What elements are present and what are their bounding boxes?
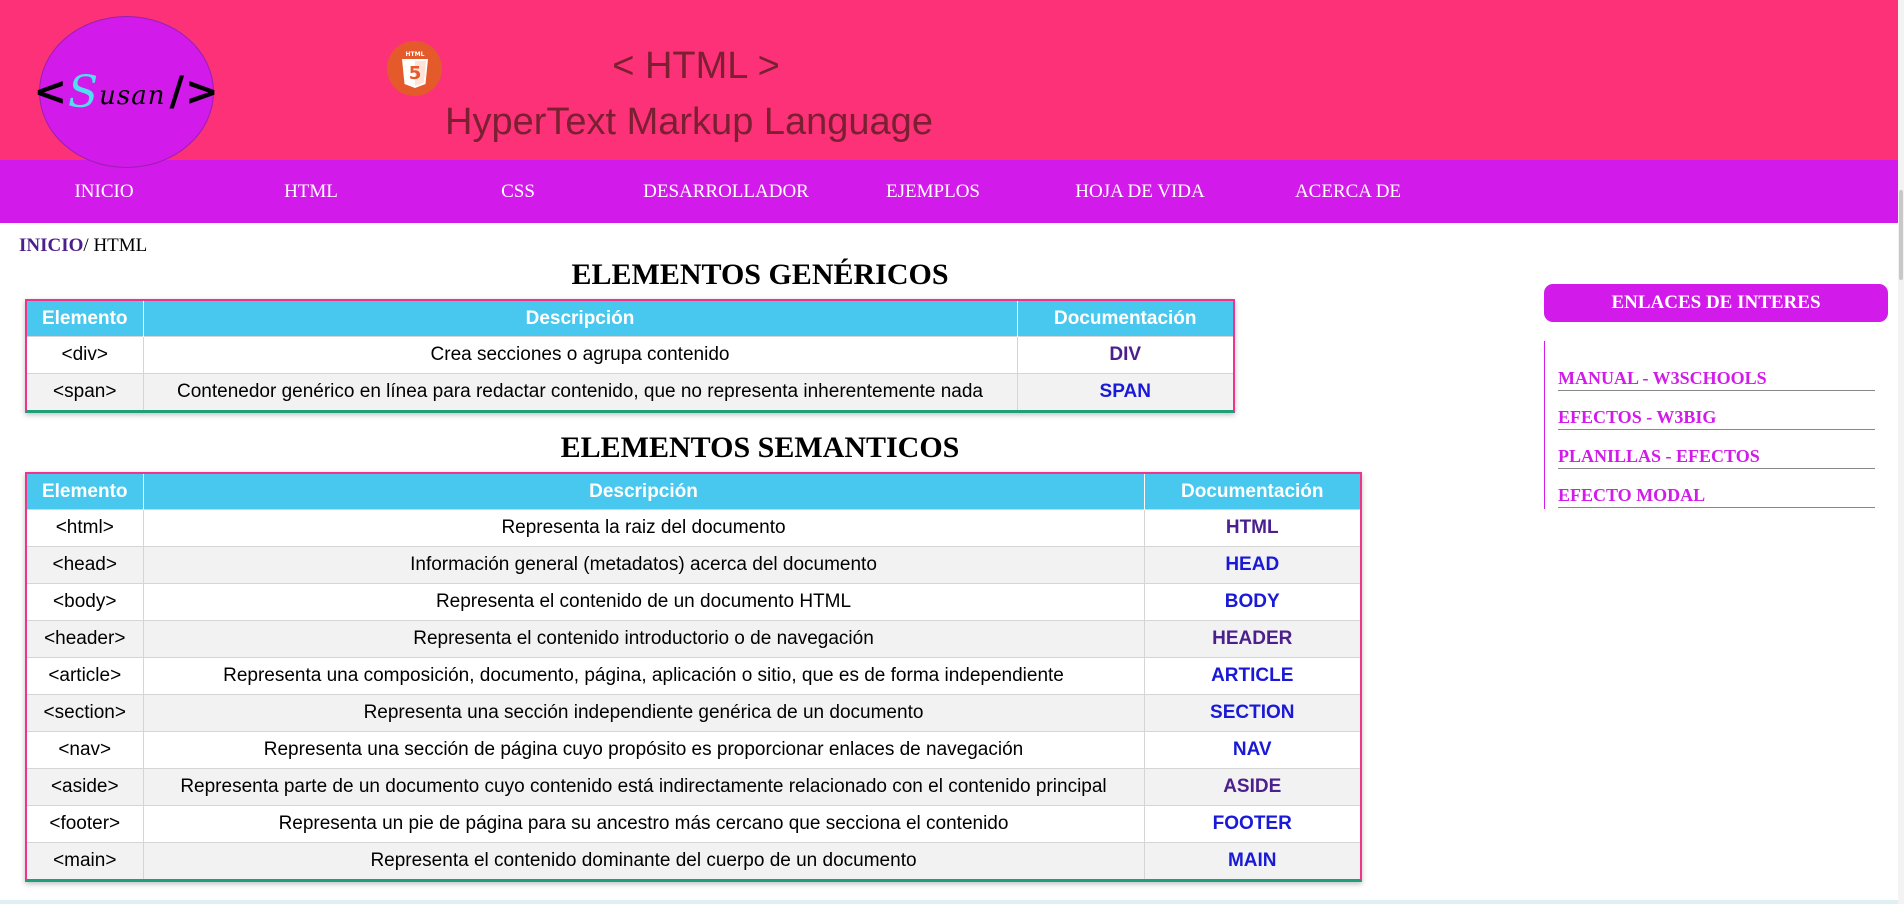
table-row: <div> Crea secciones o agrupa contenido DI…: [27, 336, 1233, 374]
sidebar-link-manual-w3schools[interactable]: MANUAL - W3SCHOOLS: [1558, 368, 1875, 391]
description-cell: Representa una sección independiente gen…: [143, 694, 1145, 732]
documentation-link[interactable]: HEAD: [1144, 546, 1360, 584]
table-row: <footer> Representa un pie de página para…: [27, 805, 1360, 843]
logo-lt: <: [33, 69, 68, 115]
nav-item-inicio[interactable]: INICIO: [0, 160, 208, 223]
sidebar-link-efecto-modal[interactable]: EFECTO MODAL: [1558, 485, 1875, 508]
description-cell: Representa el contenido de un documento …: [143, 583, 1145, 621]
documentation-link[interactable]: MAIN: [1144, 842, 1360, 879]
documentation-link[interactable]: ARTICLE: [1144, 657, 1360, 695]
page: < HTML > HyperText Markup Language HTML …: [0, 0, 1904, 904]
nav-item-acerca-de[interactable]: ACERCA DE: [1244, 160, 1452, 223]
site-header: < HTML > HyperText Markup Language HTML …: [0, 0, 1898, 160]
nav-item-ejemplos[interactable]: EJEMPLOS: [829, 160, 1037, 223]
generic-section-title: ELEMENTOS GENÉRICOS: [571, 258, 949, 291]
element-cell: <footer>: [27, 805, 144, 843]
element-cell: <span>: [27, 373, 144, 410]
description-cell: Representa una sección de página cuyo pr…: [143, 731, 1145, 769]
nav-item-css[interactable]: CSS: [414, 160, 622, 223]
table-row: <nav> Representa una sección de página cu…: [27, 731, 1360, 769]
semantic-elements-table: Elemento Descripción Documentación <html…: [25, 472, 1362, 882]
breadcrumb-separator: /: [83, 235, 94, 256]
documentation-link[interactable]: SECTION: [1144, 694, 1360, 732]
table-row: <section> Representa una sección independ…: [27, 694, 1360, 732]
svg-text:5: 5: [408, 63, 421, 84]
nav-item-html[interactable]: HTML: [207, 160, 415, 223]
nav-item-hoja-de-vida[interactable]: HOJA DE VIDA: [1036, 160, 1244, 223]
sidebar-links: MANUAL - W3SCHOOLS EFECTOS - W3BIG PLANI…: [1544, 341, 1875, 509]
breadcrumb: INICIO/ HTML: [19, 235, 147, 257]
sidebar-link-efectos-w3big[interactable]: EFECTOS - W3BIG: [1558, 407, 1875, 430]
element-cell: <head>: [27, 546, 144, 584]
documentation-link[interactable]: FOOTER: [1144, 805, 1360, 843]
table-row: <body> Representa el contenido de un docu…: [27, 583, 1360, 621]
site-logo[interactable]: < S usan />: [33, 17, 219, 167]
description-cell: Representa parte de un documento cuyo co…: [143, 768, 1145, 806]
documentation-link[interactable]: NAV: [1144, 731, 1360, 769]
table-row: <main> Representa el contenido dominante …: [27, 842, 1360, 879]
element-cell: <section>: [27, 694, 144, 732]
description-cell: Representa el contenido introductorio o …: [143, 620, 1145, 658]
table-row: <article> Representa una composición, doc…: [27, 657, 1360, 695]
documentation-link[interactable]: HEADER: [1144, 620, 1360, 658]
table-row: <header> Representa el contenido introduc…: [27, 620, 1360, 658]
description-cell: Contenedor genérico en línea para redact…: [143, 373, 1018, 410]
element-cell: <header>: [27, 620, 144, 658]
element-cell: <html>: [27, 509, 144, 547]
bottom-strip: [0, 900, 1898, 904]
description-cell: Representa un pie de página para su ance…: [143, 805, 1145, 843]
documentation-link[interactable]: SPAN: [1017, 373, 1233, 410]
breadcrumb-home-link[interactable]: INICIO: [19, 235, 83, 256]
generic-elements-table: Elemento Descripción Documentación <div>…: [25, 299, 1235, 413]
documentation-link[interactable]: BODY: [1144, 583, 1360, 621]
html5-badge-label: HTML: [405, 51, 424, 58]
logo-usan: usan: [99, 81, 166, 111]
sidebar-link-planillas-efectos[interactable]: PLANILLAS - EFECTOS: [1558, 446, 1875, 469]
table-row: <head> Información general (metadatos) ac…: [27, 546, 1360, 584]
documentation-link[interactable]: ASIDE: [1144, 768, 1360, 806]
element-cell: <nav>: [27, 731, 144, 769]
column-header-documentacion: Documentación: [1144, 474, 1360, 510]
table-row: <aside> Representa parte de un documento …: [27, 768, 1360, 806]
description-cell: Representa la raiz del documento: [143, 509, 1145, 547]
column-header-elemento: Elemento: [27, 301, 144, 337]
element-cell: <div>: [27, 336, 144, 374]
element-cell: <main>: [27, 842, 144, 879]
description-cell: Representa una composición, documento, p…: [143, 657, 1145, 695]
element-cell: <body>: [27, 583, 144, 621]
documentation-link[interactable]: HTML: [1144, 509, 1360, 547]
description-cell: Información general (metadatos) acerca d…: [143, 546, 1145, 584]
documentation-link[interactable]: DIV: [1017, 336, 1233, 374]
breadcrumb-current: HTML: [93, 235, 148, 256]
html5-shield-icon: HTML 5: [401, 51, 428, 88]
column-header-descripcion: Descripción: [143, 474, 1145, 510]
column-header-elemento: Elemento: [27, 474, 144, 510]
vertical-scrollbar[interactable]: [1898, 0, 1904, 904]
nav-item-desarrollador[interactable]: DESARROLLADOR: [622, 160, 830, 223]
header-subtitle: HyperText Markup Language: [445, 101, 933, 143]
table-header-row: Elemento Descripción Documentación: [27, 301, 1233, 337]
description-cell: Representa el contenido dominante del cu…: [143, 842, 1145, 879]
logo-s: S: [67, 66, 100, 118]
element-cell: <article>: [27, 657, 144, 695]
description-cell: Crea secciones o agrupa contenido: [143, 336, 1018, 374]
semantic-section-title: ELEMENTOS SEMANTICOS: [560, 431, 960, 464]
logo-gt: />: [169, 69, 220, 115]
table-row: <span> Contenedor genérico en línea para …: [27, 373, 1233, 410]
scrollbar-thumb[interactable]: [1899, 190, 1903, 280]
table-header-row: Elemento Descripción Documentación: [27, 474, 1360, 510]
html5-icon: HTML 5: [387, 41, 442, 96]
main-nav: INICIO HTML CSS DESARROLLADOR EJEMPLOS H…: [0, 160, 1898, 223]
sidebar-title: ENLACES DE INTERES: [1544, 284, 1888, 322]
column-header-documentacion: Documentación: [1017, 301, 1233, 337]
table-row: <html> Representa la raiz del documento HT…: [27, 509, 1360, 547]
column-header-descripcion: Descripción: [143, 301, 1018, 337]
element-cell: <aside>: [27, 768, 144, 806]
